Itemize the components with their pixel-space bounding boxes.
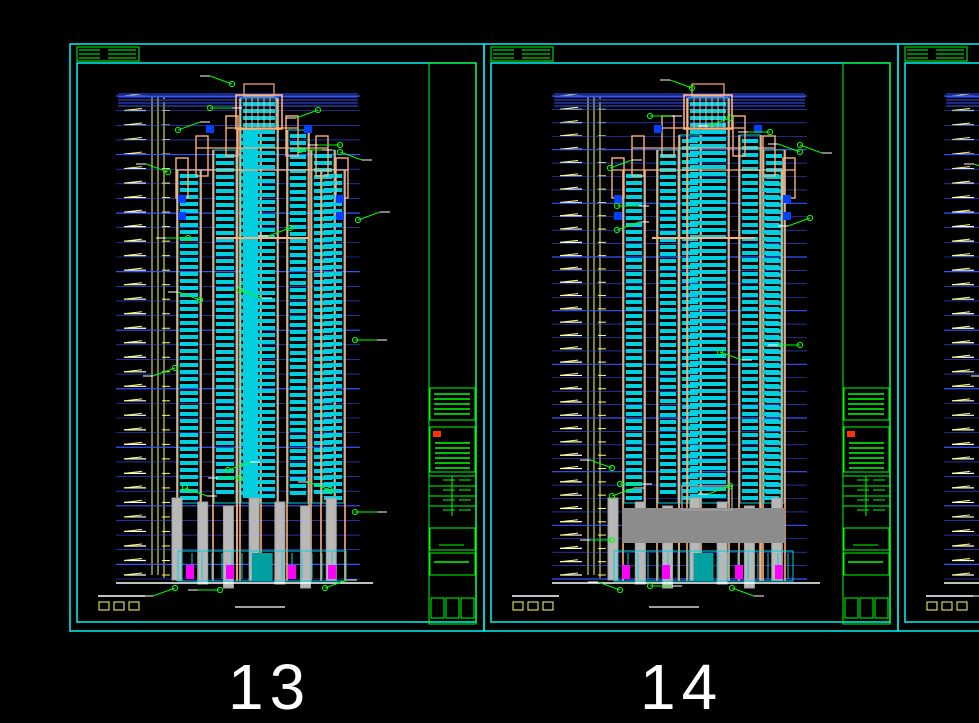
leader-line (589, 459, 613, 469)
leader-line (669, 79, 693, 89)
title-column (428, 62, 477, 625)
leader-line (295, 109, 319, 119)
company-logo (847, 431, 855, 437)
leader-line (799, 144, 823, 154)
sheet-3 (897, 43, 979, 632)
entrance (252, 553, 272, 581)
cad-elevation-drawing (69, 43, 979, 632)
drawing-no-box (843, 552, 890, 576)
sheet-outer-frame (897, 43, 979, 632)
leader-line (209, 75, 233, 85)
leader-line (152, 587, 176, 597)
leader-line (177, 121, 201, 131)
title-column (842, 62, 891, 625)
drawing-no-box (429, 552, 476, 576)
podium-pier (197, 501, 209, 585)
entrance (693, 553, 714, 581)
leader-line (357, 211, 381, 221)
stamp-box (429, 527, 476, 551)
podium-block (622, 508, 785, 543)
leader-line (973, 163, 979, 167)
leader-line (609, 159, 633, 169)
sheet-1 (69, 43, 485, 632)
stamp-box (843, 527, 890, 551)
podium-pier (171, 497, 183, 581)
leader-line (145, 163, 169, 173)
sheet-2 (483, 43, 899, 632)
podium-pier (274, 501, 286, 585)
sheet-2-caption: 14 (640, 651, 724, 723)
leader-line (731, 587, 755, 597)
company-logo (433, 431, 441, 437)
leader-line (339, 151, 363, 161)
sheet-1-caption: 13 (228, 651, 312, 723)
leader-line (777, 143, 801, 153)
leader-line (787, 217, 811, 227)
